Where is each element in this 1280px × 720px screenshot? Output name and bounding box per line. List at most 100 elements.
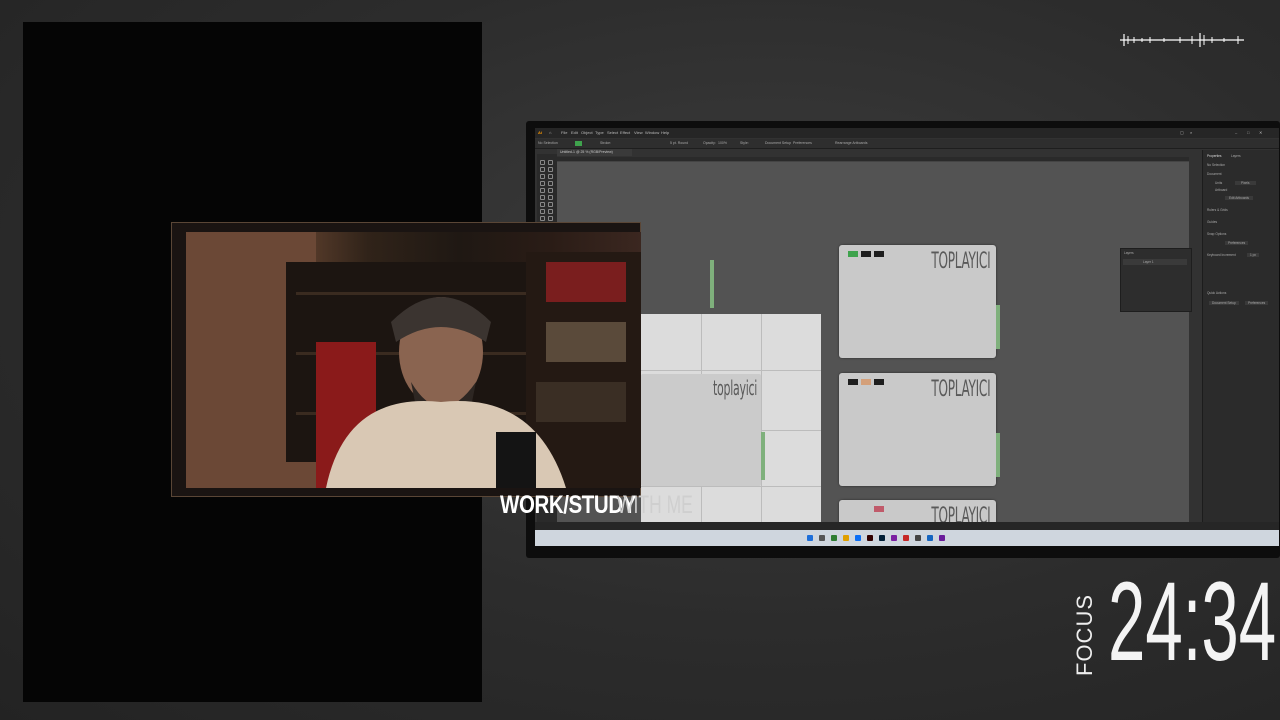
app-icon[interactable]: [831, 535, 837, 541]
windows-taskbar: [535, 530, 1279, 546]
control-bar: No Selection Stroke: 5 pt. Round Opacity…: [535, 139, 1279, 149]
curvature-tool-icon[interactable]: [548, 167, 553, 172]
snap-options-label: Snap Options: [1207, 232, 1227, 236]
app-icon[interactable]: [891, 535, 897, 541]
document-tab[interactable]: Untitled-1 @ 25 % (RGB/Preview): [557, 149, 632, 156]
line-tool-icon[interactable]: [548, 174, 553, 179]
menu-edit[interactable]: Edit: [571, 130, 578, 135]
quick-actions-label: Quick Actions: [1207, 291, 1227, 295]
pencil-tool-icon[interactable]: [540, 188, 545, 193]
menu-effect[interactable]: Effect: [620, 130, 630, 135]
preferences-button[interactable]: Preferences: [793, 141, 812, 145]
maximize-icon[interactable]: □: [1247, 130, 1249, 135]
artboard-canvas[interactable]: TOPLAYICI TOPLAYICI TOPLAYICI toplayici: [557, 162, 1189, 540]
artboard-card[interactable]: TOPLAYICI: [839, 245, 1000, 358]
artboard-card[interactable]: TOPLAYICI: [839, 373, 1000, 486]
status-bar: [535, 522, 1279, 530]
share-icon[interactable]: ▢: [1180, 130, 1184, 135]
monitor-screen: Ai ⌂ File Edit Object Type Select Effect…: [535, 128, 1279, 546]
search-icon[interactable]: ⌕: [1190, 130, 1192, 135]
layer-row[interactable]: Layer 1: [1123, 259, 1187, 265]
toplayici-logo: toplayici: [712, 376, 757, 400]
menu-select[interactable]: Select: [607, 130, 618, 135]
color-swatch: [861, 251, 871, 257]
illustrator-icon[interactable]: [867, 535, 873, 541]
type-tool-icon[interactable]: [540, 174, 545, 179]
browser-icon[interactable]: [855, 535, 861, 541]
illustrator-logo-icon[interactable]: Ai: [538, 130, 542, 135]
folder-icon[interactable]: [843, 535, 849, 541]
pomodoro-timer: 24:34: [1108, 559, 1277, 684]
free-transform-tool-icon[interactable]: [548, 202, 553, 207]
start-icon[interactable]: [807, 535, 813, 541]
home-icon[interactable]: ⌂: [549, 130, 551, 135]
rearrange-artboards-button[interactable]: Rearrange Artboards: [835, 141, 868, 145]
title-bold: WORK/STUDY: [500, 491, 636, 519]
opacity-input[interactable]: 100%: [718, 141, 727, 145]
pen-tool-icon[interactable]: [540, 167, 545, 172]
toplayici-logo: TOPLAYICI: [930, 249, 990, 274]
selection-tool-icon[interactable]: [540, 160, 545, 165]
app-icon[interactable]: [903, 535, 909, 541]
blend-tool-icon[interactable]: [548, 216, 553, 221]
app-icon[interactable]: [927, 535, 933, 541]
mini-card: toplayici: [641, 374, 761, 486]
app-menu-bar: Ai ⌂ File Edit Object Type Select Effect…: [535, 128, 1279, 138]
menu-type[interactable]: Type: [595, 130, 604, 135]
search-icon[interactable]: [819, 535, 825, 541]
gradient-tool-icon[interactable]: [548, 209, 553, 214]
color-swatch: [874, 251, 884, 257]
green-tab: [761, 432, 765, 480]
color-swatch: [848, 251, 858, 257]
keyboard-increment-input[interactable]: 1 px: [1247, 253, 1260, 257]
preferences-section-button[interactable]: Preferences: [1225, 241, 1249, 245]
eyedropper-tool-icon[interactable]: [540, 216, 545, 221]
layers-panel: Layers Layer 1: [1120, 248, 1192, 312]
scale-tool-icon[interactable]: [548, 195, 553, 200]
photoshop-icon[interactable]: [879, 535, 885, 541]
menu-object[interactable]: Object: [581, 130, 593, 135]
brush-select[interactable]: 5 pt. Round: [670, 141, 688, 145]
color-swatch: [874, 379, 884, 385]
rotate-tool-icon[interactable]: [540, 195, 545, 200]
minimize-icon[interactable]: –: [1235, 130, 1237, 135]
webcam-scene: [186, 232, 641, 488]
properties-panel: Properties Layers No Selection Document …: [1202, 150, 1279, 530]
fill-color-swatch[interactable]: [575, 141, 582, 146]
audio-waveform-icon: [1120, 33, 1244, 47]
menu-file[interactable]: File: [561, 130, 567, 135]
layers-tab-top[interactable]: Layers: [1231, 154, 1241, 158]
app-icon[interactable]: [939, 535, 945, 541]
document-setup-button[interactable]: Document Setup: [765, 141, 791, 145]
stroke-label: Stroke:: [600, 141, 612, 145]
rectangle-tool-icon[interactable]: [540, 181, 545, 186]
eraser-tool-icon[interactable]: [548, 188, 553, 193]
green-tab: [710, 260, 714, 308]
menu-view[interactable]: View: [634, 130, 643, 135]
guides-label: Guides: [1207, 220, 1218, 224]
opacity-label: Opacity:: [703, 141, 716, 145]
artboard-label: Artboard: [1215, 188, 1228, 192]
units-select[interactable]: Pixels: [1235, 181, 1256, 185]
brush-tool-icon[interactable]: [548, 181, 553, 186]
document-setup-quick-button[interactable]: Document Setup: [1209, 301, 1239, 305]
layers-tab[interactable]: Layers: [1124, 251, 1134, 255]
width-tool-icon[interactable]: [540, 202, 545, 207]
keyboard-increment-label: Keyboard Increment: [1207, 253, 1236, 257]
grid-line: [641, 370, 821, 371]
menu-help[interactable]: Help: [661, 130, 669, 135]
shape-builder-tool-icon[interactable]: [540, 209, 545, 214]
preferences-quick-button[interactable]: Preferences: [1245, 301, 1269, 305]
timer-label: FOCUS: [1072, 594, 1097, 676]
menu-window[interactable]: Window: [645, 130, 659, 135]
properties-tab[interactable]: Properties: [1207, 154, 1222, 158]
edit-artboards-button[interactable]: Edit Artboards: [1225, 196, 1254, 200]
grid-line: [761, 314, 762, 524]
units-label: Units: [1215, 181, 1223, 185]
title-light: WITH ME: [617, 491, 693, 519]
rulers-grids-label: Rulers & Grids: [1207, 208, 1228, 212]
app-icon[interactable]: [915, 535, 921, 541]
selection-status: No Selection: [538, 141, 558, 145]
direct-selection-tool-icon[interactable]: [548, 160, 553, 165]
close-icon[interactable]: ✕: [1259, 130, 1262, 135]
